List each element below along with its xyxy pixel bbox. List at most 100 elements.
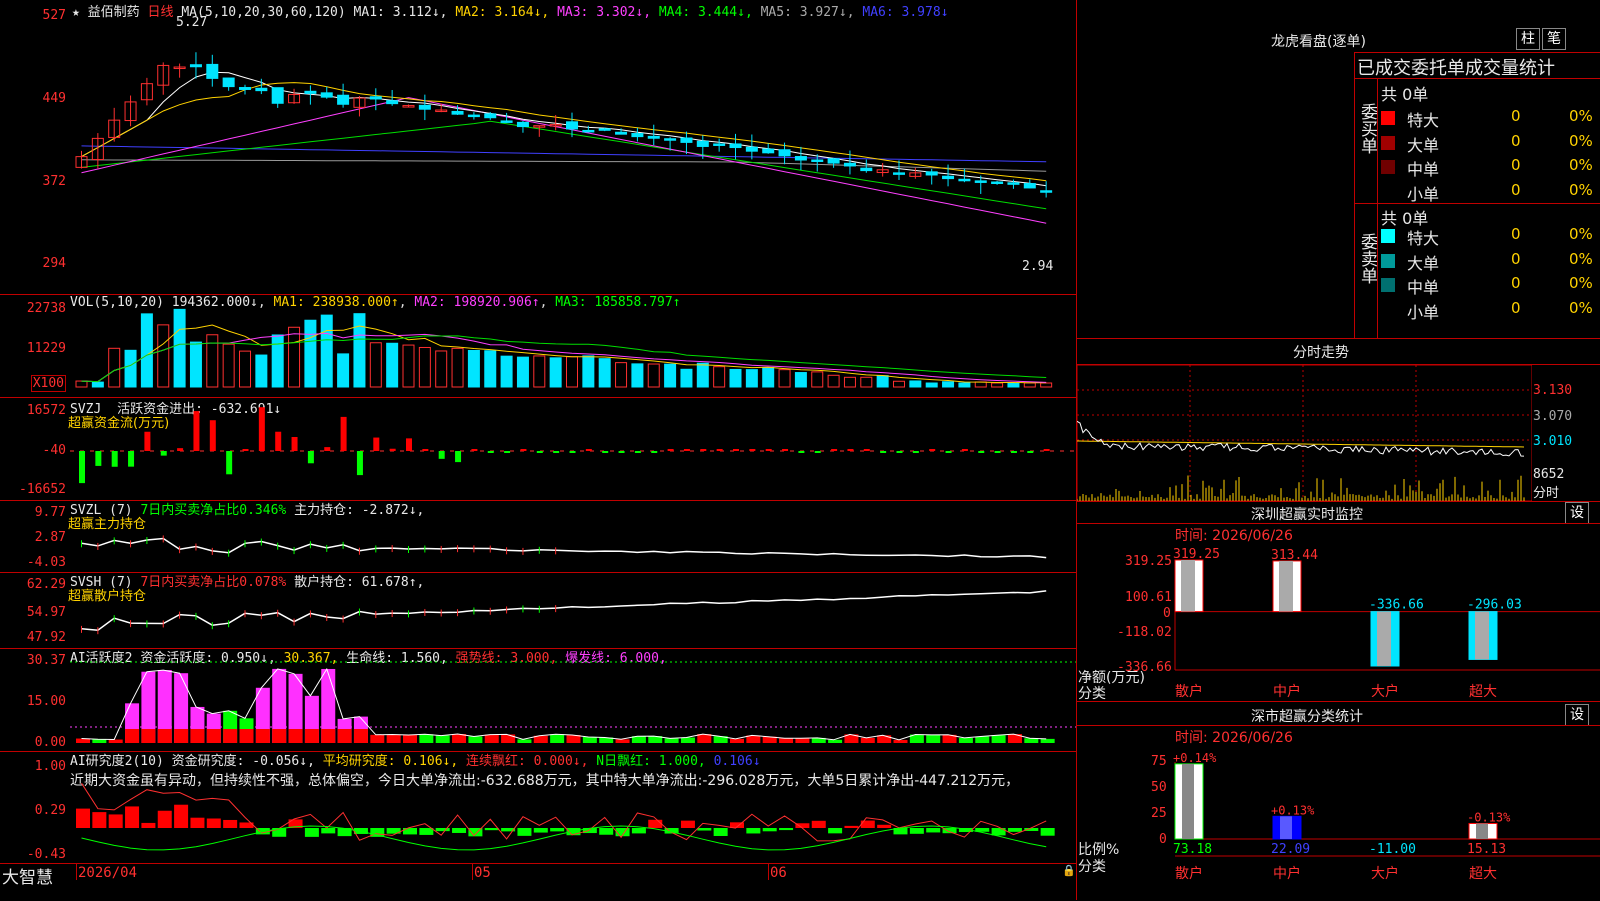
lhb-row: 大单 0 0% bbox=[1355, 132, 1600, 155]
ai2-bar bbox=[452, 828, 467, 833]
volume-pane[interactable]: VOL(5,10,20) 194362.000↓, MA1: 238938.00… bbox=[0, 294, 1076, 398]
lhb-row-pct: 0% bbox=[1569, 274, 1593, 292]
lock-icon[interactable]: 🔒 bbox=[1062, 864, 1076, 877]
volume-ma-line bbox=[81, 335, 1047, 383]
svzj-bar bbox=[569, 451, 576, 453]
vol-ytick-2: 11229 bbox=[26, 341, 66, 356]
ai1-bar bbox=[517, 739, 532, 743]
pen-view-button[interactable]: 笔 bbox=[1542, 28, 1566, 50]
svzj-bar bbox=[291, 437, 298, 451]
ai2-bar bbox=[631, 828, 646, 834]
sell-block: 委卖单 共 0单 特大 0 0% 大单 0 0% 中单 0 0% 小单 0 0% bbox=[1355, 203, 1600, 338]
ai1-bar bbox=[484, 734, 499, 743]
lhb-row-name: 中单 bbox=[1407, 160, 1440, 179]
candle-body bbox=[843, 162, 856, 167]
classify-value-label: 22.09 bbox=[1271, 842, 1310, 857]
svzj-bar bbox=[275, 431, 282, 451]
volume-bar bbox=[843, 376, 856, 388]
buy-block: 委买单 共 0单 特大 0 0% 大单 0 0% 中单 0 0% 小单 0 0% bbox=[1355, 79, 1600, 204]
ai1-bar bbox=[501, 734, 516, 743]
holding-line bbox=[81, 590, 1047, 631]
kline-ytick-3: 372 bbox=[42, 174, 66, 189]
buy-total: 共 0单 bbox=[1381, 85, 1429, 104]
lhb-row-swatch bbox=[1381, 135, 1395, 150]
classify-category-label: 超大 bbox=[1469, 866, 1497, 882]
volume-bar bbox=[108, 347, 121, 388]
classify-chart-svg: +0.14% 73.18 散户 +0.13% 22.09 中户 -11.00 大户 -0.13%… bbox=[1173, 751, 1600, 882]
candle-body bbox=[484, 113, 497, 119]
svzj-bar bbox=[160, 451, 167, 456]
volume-bar bbox=[909, 380, 922, 388]
ai1-ytick-3: 0.00 bbox=[34, 735, 66, 750]
volume-bar bbox=[173, 308, 186, 388]
kline-ma-line bbox=[81, 120, 1047, 210]
svzj-pane[interactable]: SVZJ 活跃资金进出: -632.691↓ 超赢资金流(万元) 16572 -… bbox=[0, 397, 1076, 501]
svzj-bar bbox=[945, 451, 952, 453]
ai1-bar bbox=[730, 738, 744, 743]
svzl-svg bbox=[81, 535, 1047, 559]
svzj-bar bbox=[798, 451, 805, 453]
classify-bar-shade bbox=[1280, 816, 1292, 839]
ai-activity-pane[interactable]: AI活跃度2 资金活跃度: 0.950↓, 30.367, 生命线: 1.560… bbox=[0, 648, 1076, 752]
ai2-bar bbox=[844, 825, 859, 828]
svzj-bar bbox=[144, 431, 151, 451]
volume-bar bbox=[75, 380, 88, 388]
candle-body bbox=[1007, 182, 1020, 185]
lhb-row-count: 0 bbox=[1511, 225, 1521, 243]
ai1-bar bbox=[958, 737, 973, 743]
intraday-ytick-2: 3.070 bbox=[1533, 409, 1573, 424]
classify-value-label: 15.13 bbox=[1467, 842, 1506, 857]
bar-view-button[interactable]: 柱 bbox=[1516, 28, 1540, 50]
candle-body bbox=[893, 172, 905, 175]
ai1-bar bbox=[468, 736, 483, 743]
right-panel: 龙虎看盘(逐单) 柱 笔 已成交委托单成交量统计 委买单 共 0单 特大 0 0% 大… bbox=[1077, 0, 1600, 900]
lhb-row-pct: 0% bbox=[1569, 225, 1593, 243]
kline-pane[interactable]: ★ 益佰制药 日线 MA(5,10,20,30,60,120) MA1: 3.1… bbox=[0, 0, 1076, 295]
intraday-price-line bbox=[1077, 420, 1525, 457]
svzj-bar bbox=[258, 407, 265, 451]
intraday-frame bbox=[1077, 365, 1532, 501]
ai2-bar bbox=[92, 812, 107, 828]
monitor-chart-svg: 319.25 散户 313.44 中户 -336.66 大户 -296.03 超大 bbox=[1173, 547, 1600, 700]
x-tick-3 bbox=[768, 864, 769, 880]
lhb-row: 小单 0 0% bbox=[1355, 181, 1600, 204]
ai1-bar-base bbox=[141, 729, 156, 743]
volume-bar bbox=[239, 350, 251, 388]
chart-area[interactable]: ★ 益佰制药 日线 MA(5,10,20,30,60,120) MA1: 3.1… bbox=[0, 0, 1077, 900]
svzl-ytick-1: 9.77 bbox=[34, 505, 66, 520]
volume-bar bbox=[353, 313, 366, 388]
lhb-row-pct: 0% bbox=[1569, 156, 1593, 174]
ai1-bar-base bbox=[353, 729, 368, 743]
lhb-row-pct: 0% bbox=[1569, 107, 1593, 125]
volume-bar bbox=[794, 372, 807, 388]
svzl-pane[interactable]: SVZL (7) 7日内买卖净占比0.346% 主力持仓: -2.872↓, 超… bbox=[0, 500, 1076, 573]
svzj-bar bbox=[455, 451, 462, 463]
volume-bar bbox=[288, 326, 301, 388]
candle-body bbox=[239, 87, 251, 90]
volume-bar bbox=[713, 366, 726, 388]
ai-research-pane[interactable]: AI研究度2(10) 资金研究度: -0.056↓, 平均研究度: 0.106↓… bbox=[0, 751, 1076, 863]
classify-panel: 深市超赢分类统计 设 时间: 2026/06/26 75 50 25 0 比例%… bbox=[1077, 702, 1600, 900]
classify-bar-shade bbox=[1182, 763, 1194, 839]
svzj-bar bbox=[683, 449, 690, 451]
ai2-ytick-1: 1.00 bbox=[34, 759, 66, 774]
ai2-bar bbox=[304, 828, 319, 837]
ai2-bar bbox=[779, 828, 794, 831]
volume-bar bbox=[271, 334, 284, 388]
candle-body bbox=[222, 77, 235, 88]
lhb-row-swatch bbox=[1381, 278, 1395, 292]
volume-bar bbox=[991, 382, 1004, 388]
volume-bar bbox=[304, 319, 317, 388]
kline-ma-line bbox=[81, 145, 1047, 163]
candle-body bbox=[696, 140, 709, 147]
volume-svg bbox=[75, 308, 1053, 388]
ai1-bar bbox=[795, 738, 810, 743]
svsh-pane[interactable]: SVSH (7) 7日内买卖净占比0.078% 散户持仓: 61.678↑, 超… bbox=[0, 572, 1076, 649]
candle-body bbox=[991, 181, 1004, 184]
svzj-bar bbox=[896, 451, 903, 453]
svzj-bar bbox=[585, 449, 592, 451]
ai2-bar bbox=[828, 828, 843, 834]
kline-svg bbox=[75, 52, 1053, 224]
volume-bar bbox=[729, 368, 742, 388]
ai2-bar bbox=[877, 824, 892, 828]
